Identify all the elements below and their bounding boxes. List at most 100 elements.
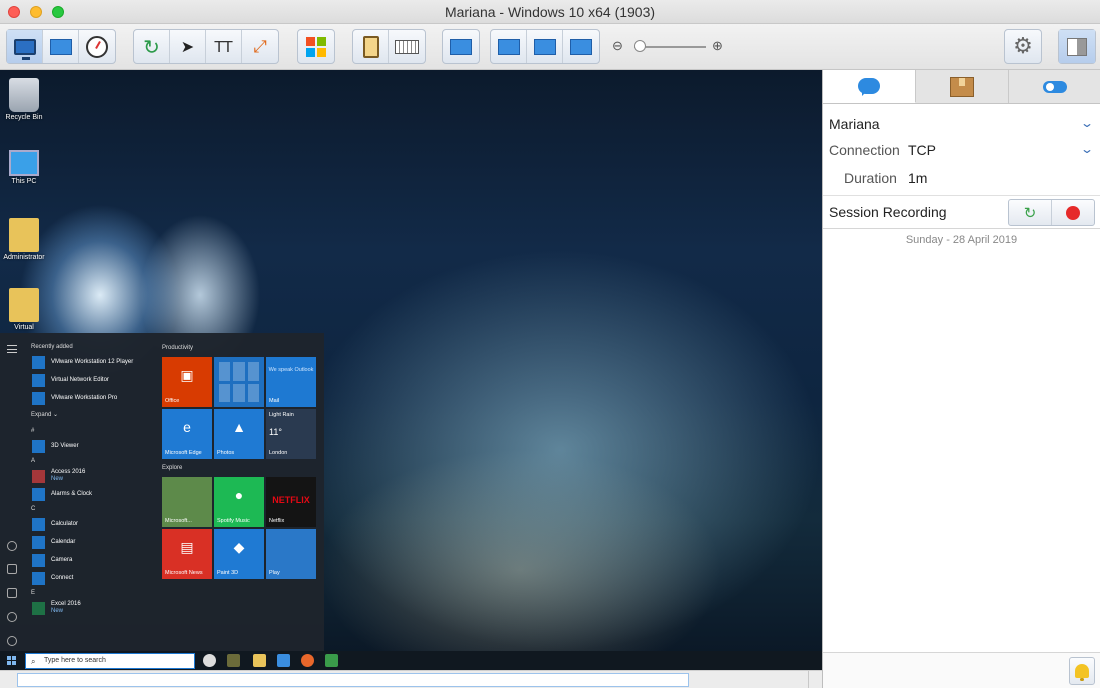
pictures-icon[interactable] (7, 588, 17, 598)
settings-icon[interactable] (7, 612, 17, 622)
list-item[interactable]: VMware Workstation Pro (28, 389, 158, 407)
list-item[interactable]: Camera (28, 551, 158, 569)
list-item[interactable]: 3D Viewer (28, 437, 158, 455)
pointer-button[interactable]: ➤ (170, 30, 206, 63)
display-button[interactable] (443, 30, 479, 63)
chevron-down-icon[interactable]: ⌄ (1080, 116, 1094, 130)
firefox-icon[interactable] (301, 654, 314, 667)
app-list: Recently added VMware Workstation 12 Pla… (28, 341, 158, 617)
text-button[interactable]: TT (206, 30, 242, 63)
desktop-icon-this-pc[interactable]: This PC (2, 146, 46, 185)
documents-icon[interactable] (7, 564, 17, 574)
tile-paint3d[interactable]: ◆ Paint 3D (214, 529, 264, 579)
expand-link[interactable]: Expand ⌄ (28, 409, 158, 421)
zoom-out-icon[interactable]: ⊖ (612, 38, 623, 54)
file-transfer-icon (49, 38, 72, 55)
app-icon (32, 469, 45, 483)
side-panel-button[interactable] (1059, 30, 1095, 63)
desktop-icon-recycle-bin[interactable]: Recycle Bin (2, 78, 46, 121)
tile-office[interactable]: ▣ Office (162, 357, 212, 407)
tools-group: ↻ ➤ TT ⤢ (133, 29, 279, 64)
windows-menu-button[interactable] (298, 30, 334, 63)
remote-control-button[interactable] (7, 30, 43, 63)
tile-spotify[interactable]: ● Spotify Music (214, 477, 264, 527)
power-icon[interactable] (7, 636, 17, 646)
notifications-button[interactable] (1069, 657, 1095, 685)
cortana-icon[interactable] (203, 654, 216, 667)
chevron-down-icon[interactable]: ⌄ (1080, 142, 1094, 156)
desktop-icon-virtual[interactable]: Virtual (2, 288, 46, 331)
list-item[interactable]: Alarms & Clock (28, 485, 158, 503)
tab-settings[interactable] (1009, 70, 1100, 103)
fit-window-button[interactable] (563, 30, 599, 63)
section-letter[interactable]: # (28, 425, 158, 437)
windows-group (297, 29, 335, 64)
settings-group: ⚙ (1004, 29, 1042, 64)
tile-weather[interactable]: Light Rain 11° London (266, 409, 316, 459)
user-icon[interactable] (7, 541, 17, 551)
tab-package[interactable] (916, 70, 1009, 103)
section-letter[interactable]: A (28, 455, 158, 467)
desktop-icon-label: Recycle Bin (5, 114, 43, 121)
list-item[interactable]: Connect (28, 569, 158, 587)
performance-button[interactable] (79, 30, 115, 63)
tile-edge[interactable]: e Microsoft Edge (162, 409, 212, 459)
new-badge: New (51, 476, 64, 482)
tile-mail[interactable]: We speak Outlook Mail (266, 357, 316, 407)
edge-icon: e (183, 419, 191, 435)
new-badge: New (51, 608, 64, 614)
task-view-icon[interactable] (227, 654, 240, 667)
zoom-knob[interactable] (634, 40, 646, 52)
settings-button[interactable]: ⚙ (1005, 30, 1041, 63)
list-item[interactable]: Virtual Network Editor (28, 371, 158, 389)
horizontal-scrollbar[interactable] (17, 673, 689, 687)
zoom-slider[interactable]: ⊖ ⊕ (612, 38, 728, 56)
zoom-in-icon[interactable]: ⊕ (712, 38, 723, 54)
tile-photos[interactable]: ▲ Photos (214, 409, 264, 459)
section-letter[interactable]: E (28, 587, 158, 599)
list-item[interactable]: Access 2016 New (28, 467, 158, 485)
list-item[interactable]: Calendar (28, 533, 158, 551)
tile-minecraft[interactable]: Microsoft... (162, 477, 212, 527)
desktop-icon-label: Administrator (3, 254, 45, 261)
window-title: Mariana - Windows 10 x64 (1903) (444, 4, 656, 20)
tile-play[interactable]: Play (266, 529, 316, 579)
list-item[interactable]: Excel 2016 New (28, 599, 158, 617)
file-explorer-icon[interactable] (253, 654, 266, 667)
tile-area: Productivity ▣ Office We speak Outlook Mai… (162, 341, 322, 581)
fullscreen-button[interactable]: ⤢ (242, 30, 278, 63)
desktop-icon-administrator[interactable]: Administrator (2, 218, 46, 261)
refresh-button[interactable]: ↻ (134, 30, 170, 63)
scaling-group (490, 29, 600, 64)
remote-desktop[interactable]: Recycle Bin This PC Administrator Virtua… (0, 70, 822, 670)
app-icon[interactable] (325, 654, 338, 667)
title-bar: Mariana - Windows 10 x64 (1903) (0, 0, 1100, 24)
fullscreen-icon: ⤢ (253, 36, 267, 57)
folder-icon (9, 288, 39, 322)
list-item[interactable]: VMware Workstation 12 Player (28, 353, 158, 371)
computer-name: Mariana (829, 116, 880, 132)
fit-height-button[interactable] (527, 30, 563, 63)
tile-netflix[interactable]: NETFLIX Netflix (266, 477, 316, 527)
file-transfer-button[interactable] (43, 30, 79, 63)
tile-office-apps[interactable] (214, 357, 264, 407)
record-button[interactable] (1052, 200, 1094, 225)
tab-chat[interactable] (823, 70, 916, 103)
store-icon[interactable] (277, 654, 290, 667)
start-button[interactable] (7, 656, 16, 665)
clipboard-button[interactable] (353, 30, 389, 63)
tile-news[interactable]: ▤ Microsoft News (162, 529, 212, 579)
hamburger-icon[interactable] (7, 345, 17, 353)
toggle-icon (1043, 80, 1067, 93)
restart-recording-button[interactable]: ↻ (1009, 200, 1052, 225)
section-letter[interactable]: C (28, 503, 158, 515)
fit-width-button[interactable] (491, 30, 527, 63)
keyboard-button[interactable] (389, 30, 425, 63)
chat-icon (858, 78, 880, 96)
taskbar: ⌕ Type here to search (0, 651, 822, 670)
list-item[interactable]: Calculator (28, 515, 158, 533)
connection-label: Connection (829, 142, 900, 158)
app-icon (32, 535, 45, 549)
package-icon (950, 76, 974, 97)
search-input[interactable]: ⌕ Type here to search (25, 653, 195, 669)
